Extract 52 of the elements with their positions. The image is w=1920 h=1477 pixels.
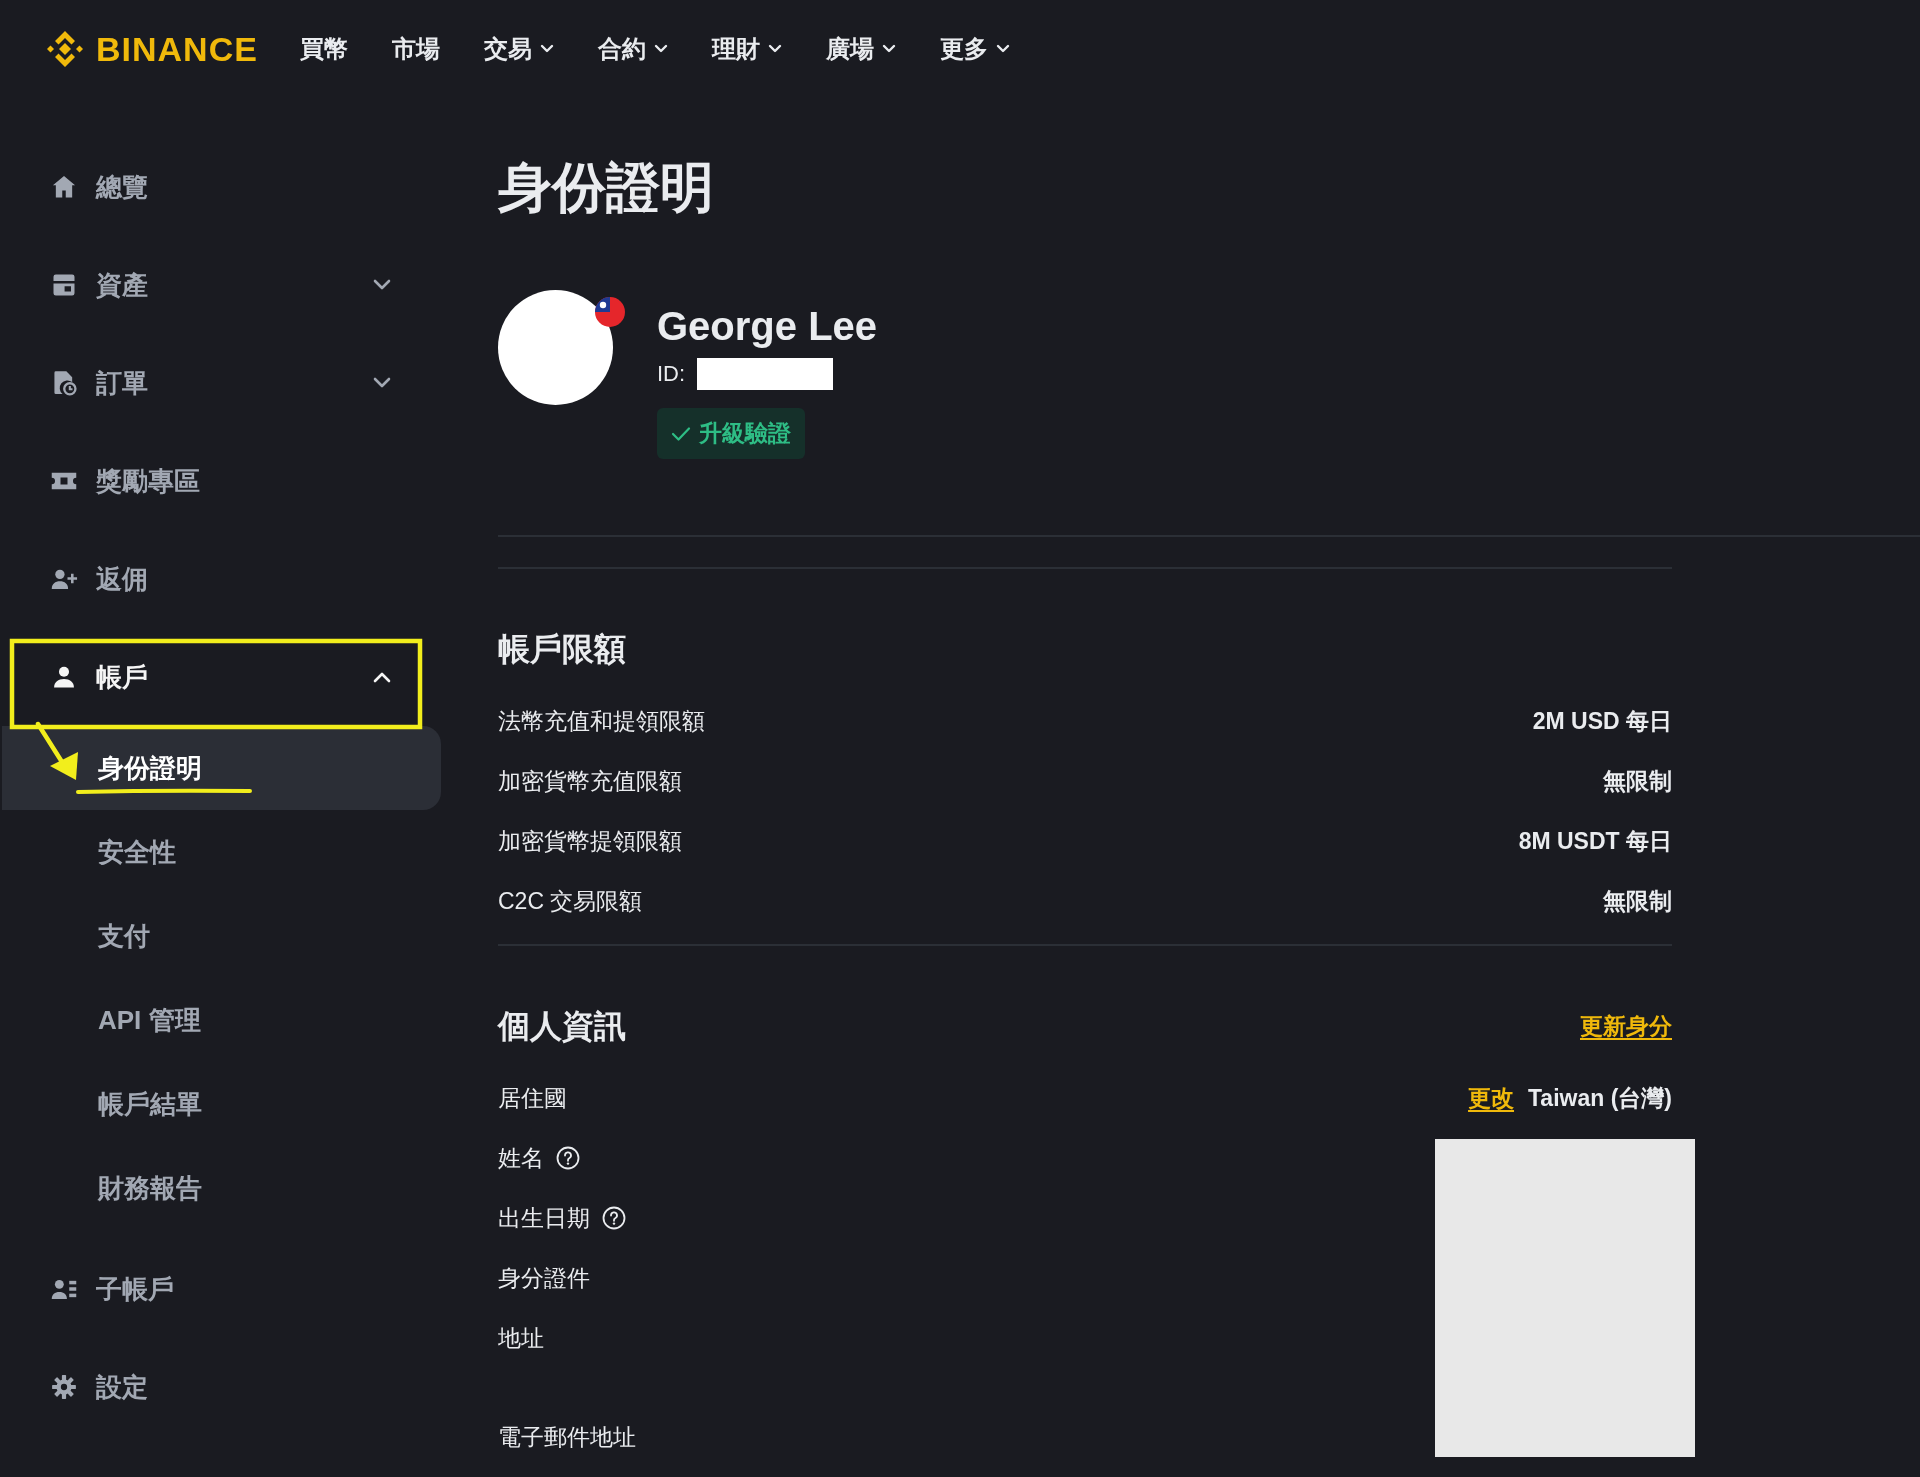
- sidebar-item[interactable]: 帳戶: [0, 628, 441, 726]
- help-icon[interactable]: [602, 1206, 626, 1230]
- limit-label: 法幣充值和提領限額: [498, 706, 705, 736]
- section-heading: 個人資訊: [498, 1007, 626, 1046]
- section-heading: 帳戶限額: [498, 630, 627, 669]
- limit-label: 加密貨幣充值限額: [498, 766, 682, 796]
- sidebar-subitem[interactable]: API 管理: [2, 978, 441, 1062]
- nav-link[interactable]: 市場: [391, 33, 440, 65]
- arrow-annotation: [35, 721, 78, 780]
- sidebar-subitem[interactable]: 支付: [2, 894, 441, 978]
- info-value: Taiwan (台灣): [1528, 1083, 1672, 1113]
- sidebar-item[interactable]: 訂單: [0, 334, 441, 432]
- sidebar-subitem[interactable]: 財務報告: [2, 1146, 441, 1230]
- info-label: 姓名: [498, 1143, 544, 1173]
- info-label: 身分證件: [498, 1263, 590, 1293]
- info-label: 地址: [498, 1323, 544, 1353]
- info-label: 出生日期: [498, 1203, 590, 1233]
- brand-name: BINANCE: [96, 29, 258, 69]
- sidebar-subitem[interactable]: 身份證明: [2, 726, 441, 810]
- sidebar-subitem[interactable]: 帳戶結單: [2, 1062, 441, 1146]
- nav-link[interactable]: 買幣: [299, 33, 348, 65]
- limit-value: 無限制: [1603, 766, 1672, 796]
- nav-menu[interactable]: 合約: [597, 33, 668, 65]
- flag-icon: [595, 297, 625, 327]
- sidebar-item[interactable]: 獎勵專區: [0, 432, 441, 530]
- help-icon[interactable]: [556, 1146, 580, 1170]
- sidebar-item[interactable]: 設定: [0, 1338, 441, 1436]
- nav-menu[interactable]: 更多: [939, 33, 1010, 65]
- info-label: 電子郵件地址: [498, 1422, 636, 1452]
- sidebar-item[interactable]: 資產: [0, 236, 441, 334]
- limit-value: 2M USD 每日: [1532, 706, 1672, 736]
- diamond-logo-icon: [45, 29, 85, 69]
- sidebar-item[interactable]: 返佣: [0, 530, 441, 628]
- limit-value: 無限制: [1603, 886, 1672, 916]
- info-label: 居住國: [498, 1083, 567, 1113]
- check-icon: [671, 425, 691, 442]
- upgrade-button[interactable]: 升級驗證: [657, 408, 805, 459]
- limit-label: 加密貨幣提領限額: [498, 826, 682, 856]
- update-identity-link[interactable]: 更新身分: [1580, 1010, 1672, 1042]
- nav-menu[interactable]: 交易: [483, 33, 554, 65]
- nav-menu[interactable]: 理財: [711, 33, 782, 65]
- settings-icon: [50, 1373, 78, 1401]
- page-title: 身份證明: [498, 156, 715, 219]
- limit-value: 8M USDT 每日: [1518, 826, 1672, 856]
- sidebar-item[interactable]: 總覽: [0, 138, 441, 236]
- limit-label: C2C 交易限額: [498, 886, 643, 916]
- user-name: George Lee: [657, 303, 878, 350]
- nav-menu[interactable]: 廣場: [825, 33, 896, 65]
- sidebar-item[interactable]: 子帳戶: [0, 1240, 441, 1338]
- id-label: ID:: [657, 361, 686, 387]
- change-link[interactable]: 更改: [1468, 1082, 1515, 1114]
- sidebar-subitem[interactable]: 安全性: [2, 810, 441, 894]
